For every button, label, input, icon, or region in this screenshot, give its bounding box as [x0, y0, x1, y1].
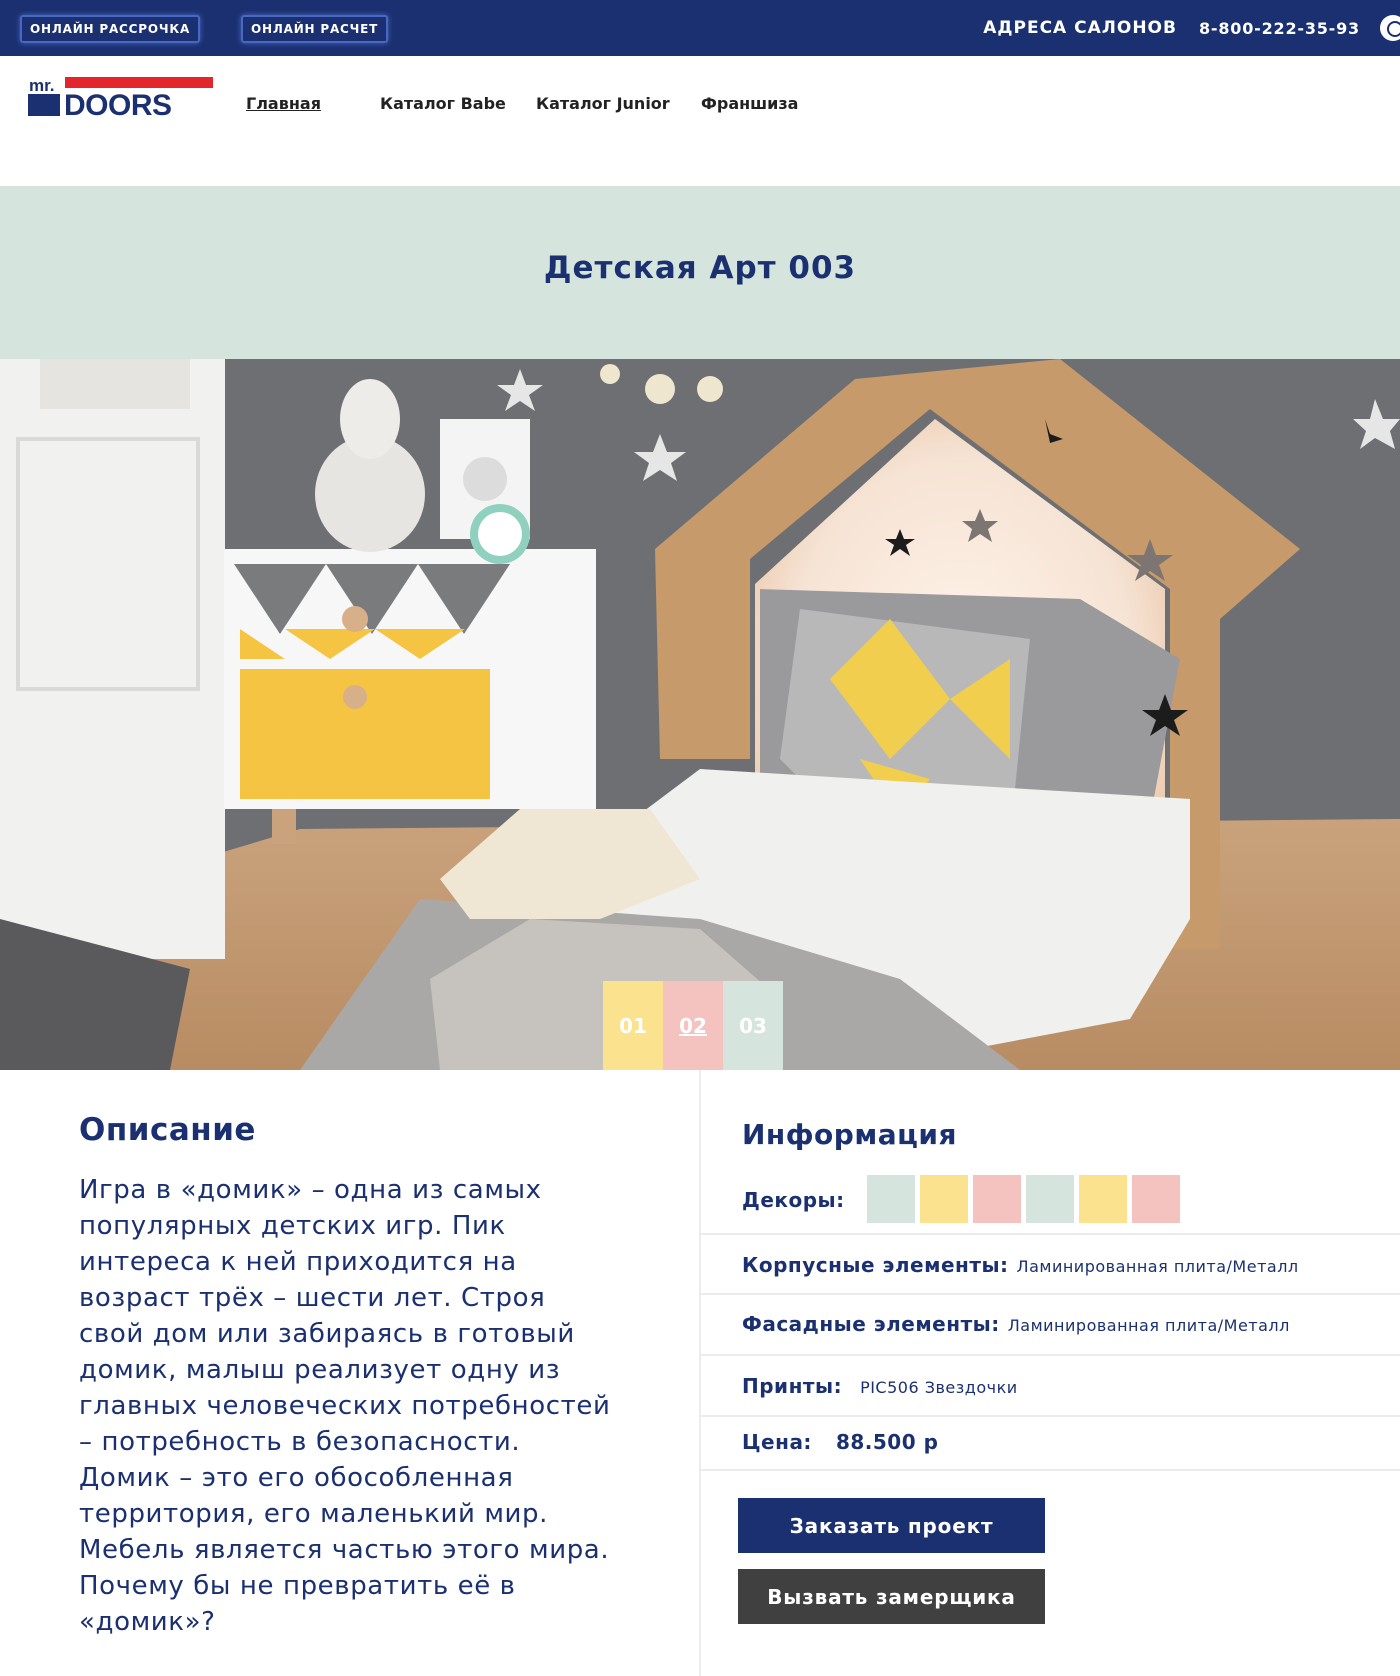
logo-red-bar: [65, 77, 213, 88]
decors-row: Декоры:: [742, 1188, 845, 1212]
nav-franchise[interactable]: Франшиза: [701, 94, 798, 113]
decor-swatch[interactable]: [973, 1175, 1021, 1223]
info-divider: [700, 1233, 1400, 1235]
body-elements-row: Корпусные элементы: Ламинированная плита…: [742, 1253, 1299, 1277]
decor-swatch[interactable]: [1026, 1175, 1074, 1223]
prints-row: Принты: PIC506 Звездочки: [742, 1374, 1018, 1398]
decor-swatch[interactable]: [1079, 1175, 1127, 1223]
online-installment-button[interactable]: ОНЛАЙН РАССРОЧКА: [20, 15, 201, 43]
info-divider: [700, 1354, 1400, 1356]
facade-elements-value: Ламинированная плита/Металл: [1007, 1316, 1290, 1335]
top-bar: ОНЛАЙН РАССРОЧКА ОНЛАЙН РАСЧЕТ АДРЕСА СА…: [0, 0, 1400, 56]
slide-2-button[interactable]: 02: [663, 981, 723, 1070]
facade-elements-label: Фасадные элементы:: [742, 1312, 1000, 1336]
info-divider: [700, 1293, 1400, 1295]
whatsapp-icon[interactable]: [1380, 15, 1400, 41]
page-title: Детская Арт 003: [543, 250, 857, 286]
mr-doors-logo[interactable]: mr. DOORS: [28, 76, 213, 122]
logo-blue-block: [28, 94, 60, 116]
title-band: Детская Арт 003: [0, 186, 1400, 359]
body-elements-label: Корпусные элементы:: [742, 1253, 1009, 1277]
phone-link[interactable]: 8-800-222-35-93: [1199, 19, 1360, 38]
slide-1-button[interactable]: 01: [603, 981, 663, 1070]
decor-swatch[interactable]: [1132, 1175, 1180, 1223]
salon-addresses-link[interactable]: АДРЕСА САЛОНОВ: [983, 18, 1177, 38]
top-contacts: АДРЕСА САЛОНОВ 8-800-222-35-93: [983, 0, 1400, 56]
info-divider: [700, 1415, 1400, 1417]
nav-home[interactable]: Главная: [246, 94, 321, 113]
slider-pager: 01 02 03: [603, 981, 783, 1070]
order-project-button[interactable]: Заказать проект: [738, 1498, 1045, 1553]
decors-label: Декоры:: [742, 1188, 845, 1212]
info-heading: Информация: [742, 1118, 957, 1151]
info-divider: [700, 1469, 1400, 1471]
price-value: 88.500 р: [835, 1430, 939, 1454]
nav-catalog-babe[interactable]: Каталог Babe: [380, 94, 506, 113]
body-elements-value: Ламинированная плита/Металл: [1016, 1257, 1299, 1276]
kids-room-illustration: [0, 359, 1400, 1070]
description-heading: Описание: [79, 1112, 256, 1148]
column-divider: [699, 1070, 701, 1676]
decor-swatch[interactable]: [920, 1175, 968, 1223]
slide-3-button[interactable]: 03: [723, 981, 783, 1070]
prints-label: Принты:: [742, 1374, 843, 1398]
logo-mr-text: mr.: [29, 76, 55, 95]
online-calc-button[interactable]: ОНЛАЙН РАСЧЕТ: [241, 15, 389, 43]
hero-image: 01 02 03: [0, 359, 1400, 1070]
description-text: Игра в «домик» – одна из самых популярны…: [79, 1175, 611, 1637]
decor-swatch[interactable]: [867, 1175, 915, 1223]
logo-doors-text: DOORS: [64, 89, 172, 122]
call-measurer-button[interactable]: Вызвать замерщика: [738, 1569, 1045, 1624]
price-label: Цена:: [742, 1430, 812, 1454]
prints-value: PIC506 Звездочки: [860, 1378, 1018, 1397]
price-row: Цена: 88.500 р: [742, 1430, 938, 1454]
decor-swatches: [867, 1175, 1180, 1223]
main-header: mr. DOORS Главная Каталог Babe Каталог J…: [0, 56, 1400, 186]
facade-elements-row: Фасадные элементы: Ламинированная плита/…: [742, 1312, 1290, 1336]
nav-catalog-junior[interactable]: Каталог Junior: [536, 94, 670, 113]
